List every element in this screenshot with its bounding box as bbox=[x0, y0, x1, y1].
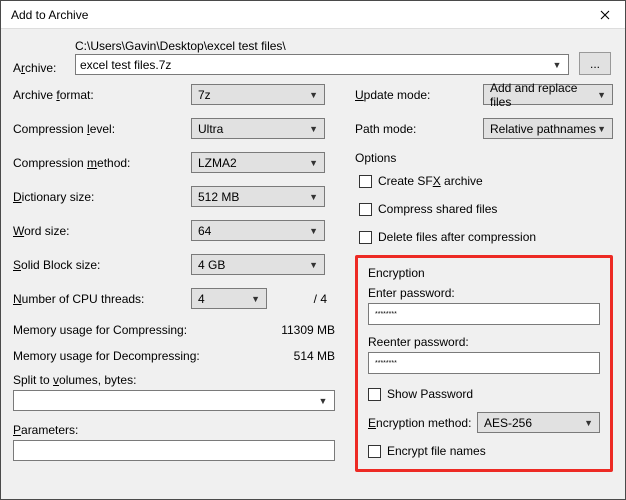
right-column: Update mode: Add and replace files▼ Path… bbox=[355, 83, 613, 472]
delete-after-checkbox-row[interactable]: Delete files after compression bbox=[355, 227, 613, 247]
reenter-password-label: Reenter password: bbox=[368, 335, 600, 349]
archive-path: C:\Users\Gavin\Desktop\excel test files\ bbox=[75, 39, 569, 53]
cpu-threads-max: / 4 bbox=[275, 292, 335, 306]
encryption-method-label: Encryption method: bbox=[368, 416, 477, 430]
split-volumes-input[interactable] bbox=[18, 394, 316, 408]
parameters-input[interactable] bbox=[13, 440, 335, 461]
archive-format-select[interactable]: 7z▼ bbox=[191, 84, 325, 105]
dictionary-size-label: Dictionary size: bbox=[13, 190, 191, 204]
encrypt-filenames-checkbox-row[interactable]: Encrypt file names bbox=[368, 441, 600, 461]
chevron-down-icon: ▼ bbox=[309, 226, 318, 236]
archive-filename-combo[interactable]: ▼ bbox=[75, 54, 569, 75]
word-size-select[interactable]: 64▼ bbox=[191, 220, 325, 241]
delete-after-label: Delete files after compression bbox=[378, 230, 536, 244]
dialog-window: Add to Archive Archive: C:\Users\Gavin\D… bbox=[0, 0, 626, 500]
encryption-title: Encryption bbox=[368, 266, 600, 280]
show-password-checkbox-row[interactable]: Show Password bbox=[368, 384, 600, 404]
archive-filename-input[interactable] bbox=[80, 58, 550, 72]
archive-format-label: Archive format: bbox=[13, 88, 191, 102]
memory-decompress-label: Memory usage for Decompressing: bbox=[13, 349, 294, 363]
compress-shared-checkbox[interactable] bbox=[359, 203, 372, 216]
chevron-down-icon: ▼ bbox=[316, 396, 330, 406]
compression-method-label: Compression method: bbox=[13, 156, 191, 170]
chevron-down-icon: ▼ bbox=[309, 90, 318, 100]
update-mode-select[interactable]: Add and replace files▼ bbox=[483, 84, 613, 105]
chevron-down-icon: ▼ bbox=[309, 158, 318, 168]
chevron-down-icon: ▼ bbox=[550, 60, 564, 70]
path-mode-select[interactable]: Relative pathnames▼ bbox=[483, 118, 613, 139]
browse-button[interactable]: ... bbox=[579, 52, 611, 75]
encryption-method-select[interactable]: AES-256▼ bbox=[477, 412, 600, 433]
cpu-threads-label: Number of CPU threads: bbox=[13, 292, 191, 306]
memory-compress-label: Memory usage for Compressing: bbox=[13, 323, 281, 337]
update-mode-label: Update mode: bbox=[355, 88, 483, 102]
left-column: Archive format: 7z▼ Compression level: U… bbox=[13, 83, 335, 472]
window-title: Add to Archive bbox=[11, 8, 585, 22]
chevron-down-icon: ▼ bbox=[597, 90, 606, 100]
close-button[interactable] bbox=[585, 1, 625, 29]
dialog-content: Archive: C:\Users\Gavin\Desktop\excel te… bbox=[1, 29, 625, 499]
create-sfx-checkbox-row[interactable]: Create SFX archive bbox=[355, 171, 613, 191]
chevron-down-icon: ▼ bbox=[309, 260, 318, 270]
delete-after-checkbox[interactable] bbox=[359, 231, 372, 244]
path-mode-label: Path mode: bbox=[355, 122, 483, 136]
parameters-label: Parameters: bbox=[13, 423, 78, 437]
compress-shared-label: Compress shared files bbox=[378, 202, 497, 216]
dictionary-size-select[interactable]: 512 MB▼ bbox=[191, 186, 325, 207]
compress-shared-checkbox-row[interactable]: Compress shared files bbox=[355, 199, 613, 219]
solid-block-size-label: Solid Block size: bbox=[13, 258, 191, 272]
titlebar: Add to Archive bbox=[1, 1, 625, 29]
options-title: Options bbox=[355, 151, 613, 165]
chevron-down-icon: ▼ bbox=[251, 294, 260, 304]
show-password-checkbox[interactable] bbox=[368, 388, 381, 401]
chevron-down-icon: ▼ bbox=[309, 124, 318, 134]
compression-method-select[interactable]: LZMA2▼ bbox=[191, 152, 325, 173]
chevron-down-icon: ▼ bbox=[584, 418, 593, 428]
encryption-section: Encryption Enter password: ******** Reen… bbox=[355, 255, 613, 472]
enter-password-label: Enter password: bbox=[368, 286, 600, 300]
chevron-down-icon: ▼ bbox=[597, 124, 606, 134]
word-size-label: Word size: bbox=[13, 224, 191, 238]
encrypt-filenames-checkbox[interactable] bbox=[368, 445, 381, 458]
show-password-label: Show Password bbox=[387, 387, 473, 401]
chevron-down-icon: ▼ bbox=[309, 192, 318, 202]
split-volumes-label: Split to volumes, bytes: bbox=[13, 373, 136, 387]
cpu-threads-select[interactable]: 4▼ bbox=[191, 288, 267, 309]
solid-block-size-select[interactable]: 4 GB▼ bbox=[191, 254, 325, 275]
enter-password-input[interactable]: ******** bbox=[368, 303, 600, 325]
compression-level-select[interactable]: Ultra▼ bbox=[191, 118, 325, 139]
reenter-password-input[interactable]: ******** bbox=[368, 352, 600, 374]
split-volumes-combo[interactable]: ▼ bbox=[13, 390, 335, 411]
create-sfx-label: Create SFX archive bbox=[378, 174, 483, 188]
create-sfx-checkbox[interactable] bbox=[359, 175, 372, 188]
memory-compress-value: 11309 MB bbox=[281, 323, 335, 337]
close-icon bbox=[600, 10, 610, 20]
archive-label: Archive: bbox=[13, 61, 56, 75]
memory-decompress-value: 514 MB bbox=[294, 349, 335, 363]
compression-level-label: Compression level: bbox=[13, 122, 191, 136]
encrypt-filenames-label: Encrypt file names bbox=[387, 444, 486, 458]
